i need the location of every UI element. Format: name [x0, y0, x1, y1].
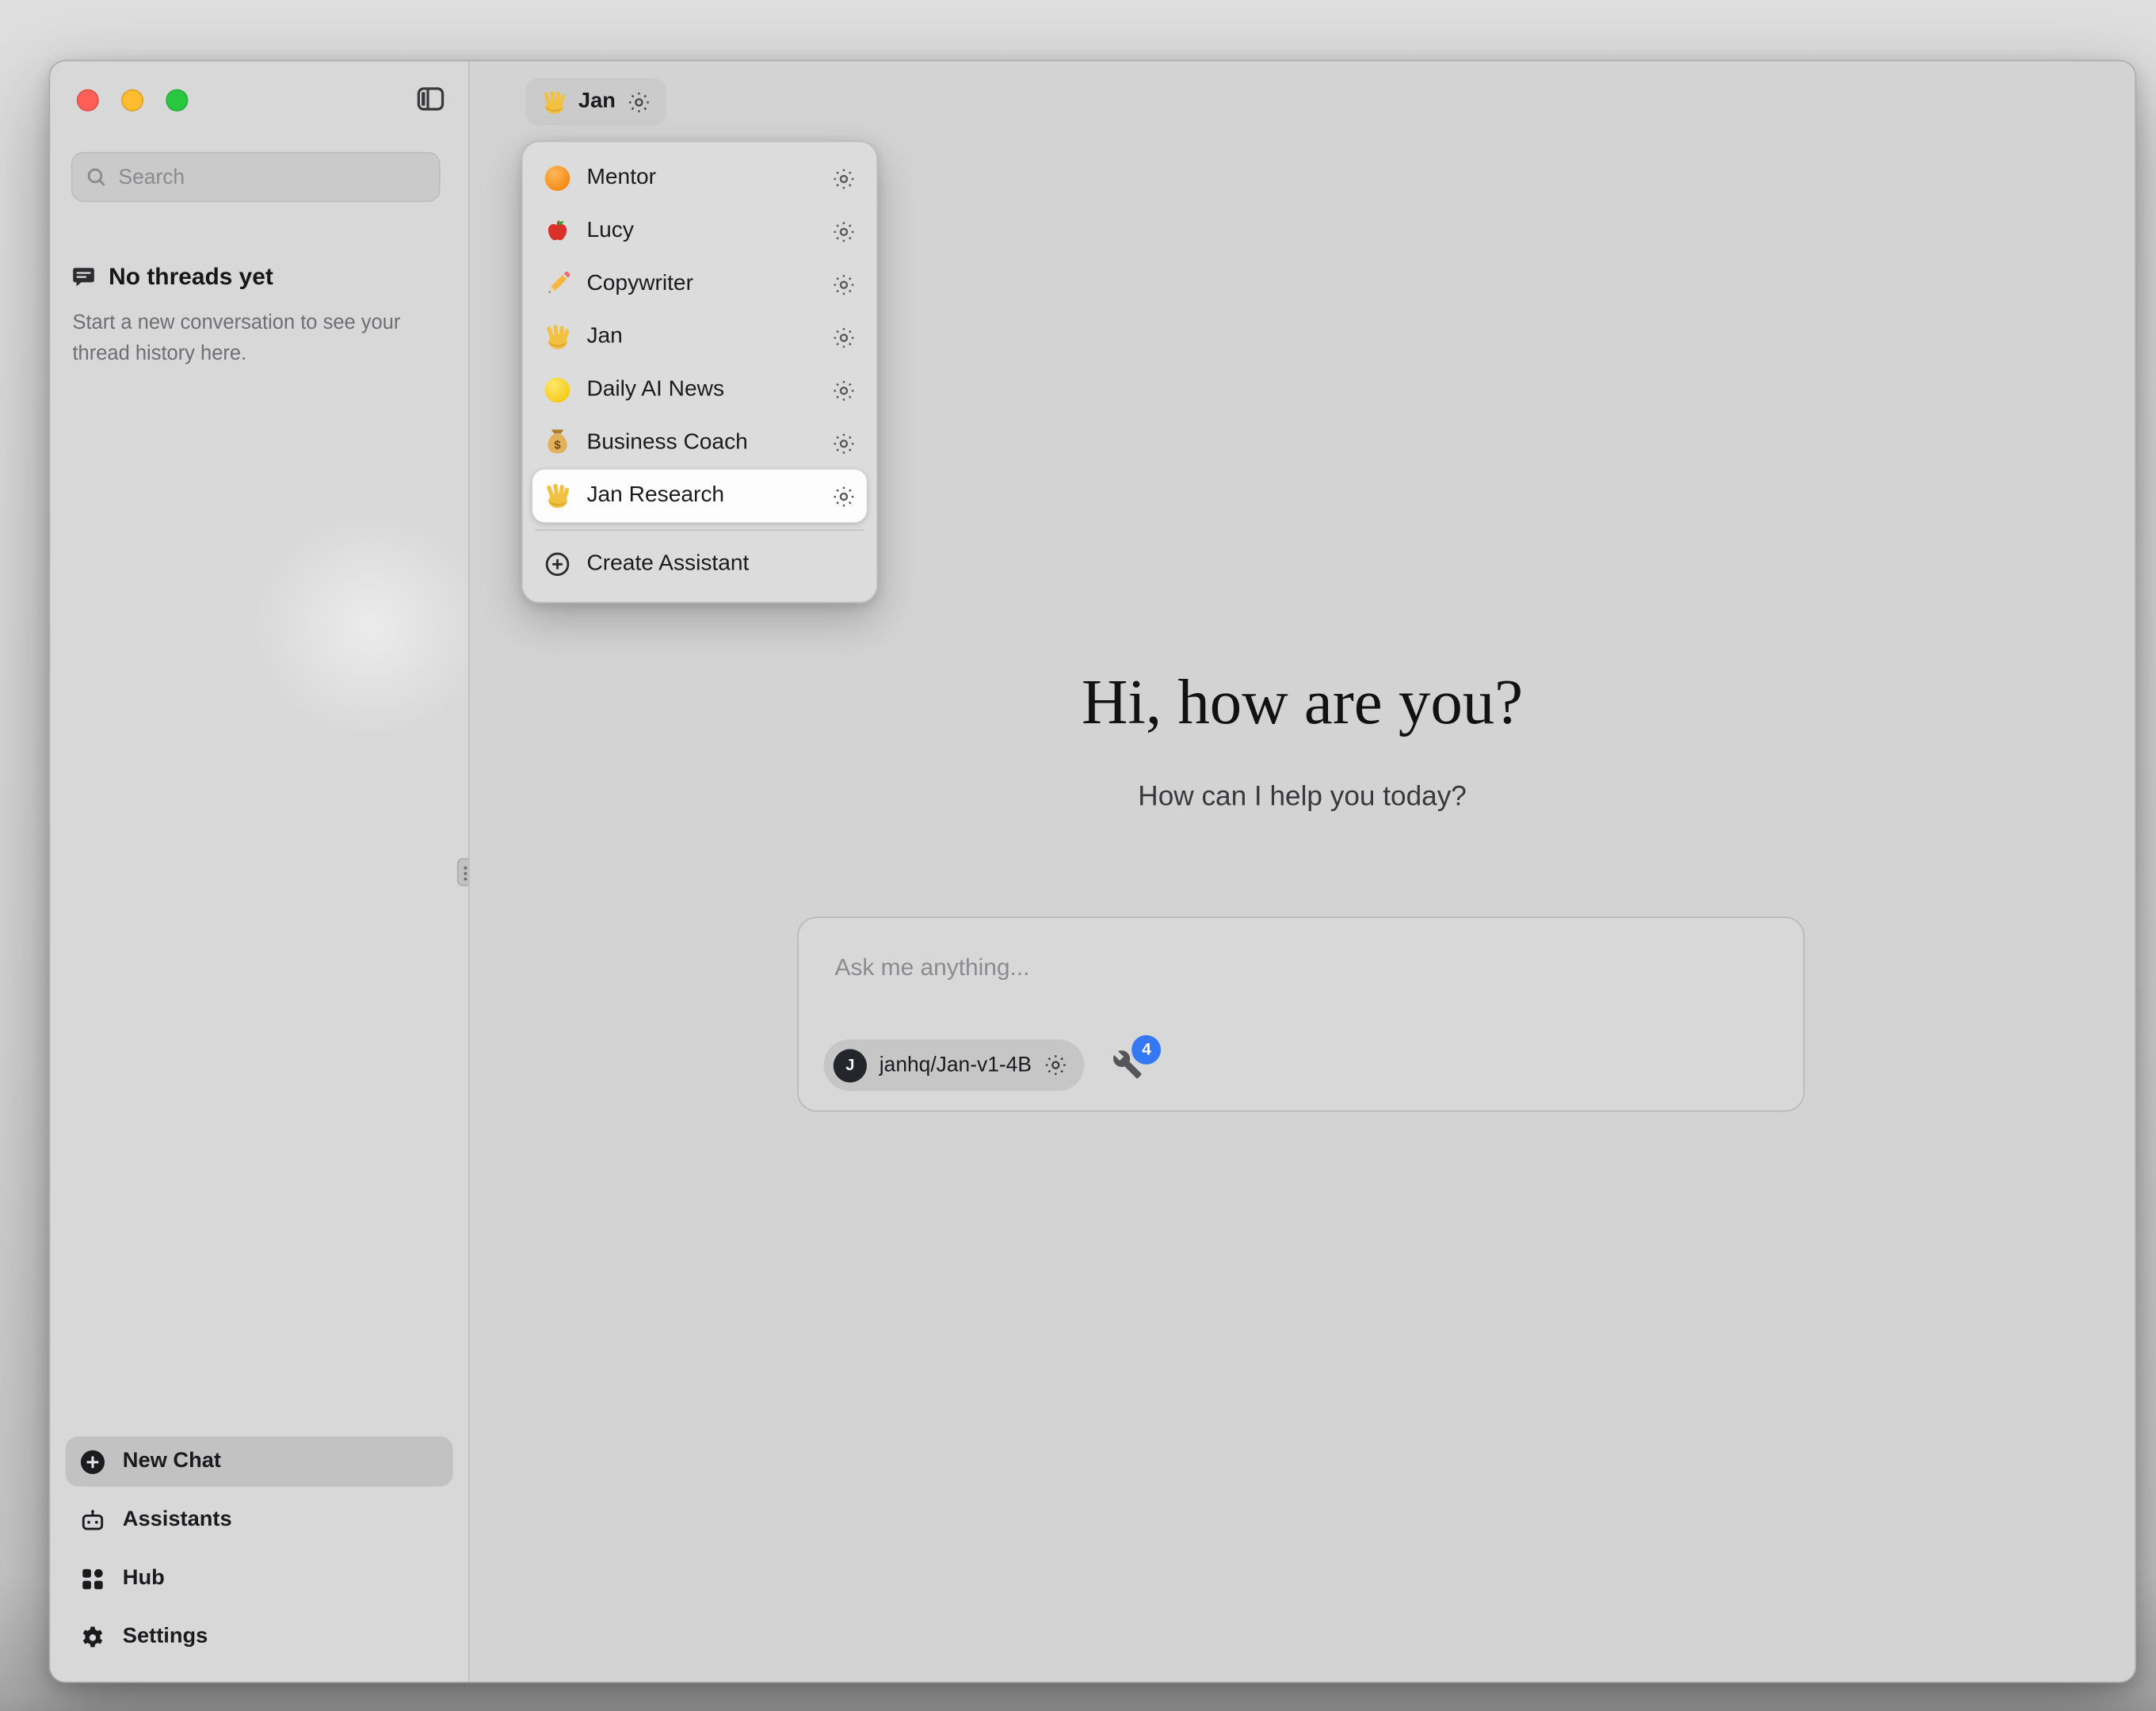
assistant-menu-item-label: Business Coach — [586, 430, 816, 455]
sidebar-item-settings[interactable]: Settings — [66, 1612, 453, 1662]
minimize-window-button[interactable] — [121, 90, 143, 112]
assistant-settings-gear-icon[interactable] — [832, 379, 856, 402]
menu-separator — [535, 529, 864, 531]
composer-toolbar: J janhq/Jan-v1-4B 4 — [823, 1039, 1146, 1091]
sidebar-item-label: New Chat — [123, 1449, 221, 1474]
chat-bubble-icon — [71, 265, 97, 290]
sidebar-item-label: Hub — [123, 1566, 165, 1591]
assistant-menu-item-label: Jan — [586, 325, 816, 350]
svg-text:$: $ — [554, 438, 561, 452]
yellow-circle-icon — [544, 376, 571, 404]
composer-placeholder: Ask me anything... — [835, 955, 1030, 982]
search-input[interactable]: Search — [71, 152, 441, 202]
empty-threads-title: No threads yet — [109, 263, 273, 291]
assistant-menu-item-daily-ai-news[interactable]: Daily AI News — [532, 364, 867, 417]
assistant-menu-item-jan[interactable]: Jan — [532, 311, 867, 364]
assistant-menu-item-jan-research[interactable]: Jan Research — [532, 470, 867, 523]
assistant-selector-label: Jan — [578, 90, 616, 115]
sidebar-decorative-blob — [204, 465, 470, 786]
app-window: Search No threads yet Start a new conver… — [49, 60, 2137, 1683]
plus-circle-icon — [544, 551, 571, 578]
assistant-settings-gear-icon[interactable] — [832, 431, 856, 455]
sidebar-item-assistants[interactable]: Assistants — [66, 1495, 453, 1545]
sidebar-item-label: Settings — [123, 1625, 208, 1650]
tools-count-badge: 4 — [1132, 1035, 1162, 1064]
desktop: Search No threads yet Start a new conver… — [0, 0, 2156, 1711]
main-area: Jan Mentor Lucy Copywriter Jan Daily AI News… — [470, 61, 2135, 1681]
settings-gear-icon — [79, 1624, 105, 1650]
sidebar-item-hub[interactable]: Hub — [66, 1553, 453, 1603]
assistant-settings-gear-icon[interactable] — [832, 326, 856, 349]
empty-threads-message: No threads yet Start a new conversation … — [71, 263, 437, 370]
sidebar: Search No threads yet Start a new conver… — [50, 61, 469, 1681]
assistant-menu-item-copywriter[interactable]: Copywriter — [532, 257, 867, 311]
assistant-dropdown-menu: Mentor Lucy Copywriter Jan Daily AI News $ Bus… — [521, 141, 878, 604]
assistant-menu-item-lucy[interactable]: Lucy — [532, 205, 867, 258]
sidebar-item-new-chat[interactable]: New Chat — [66, 1436, 453, 1486]
assistant-header-gear-icon[interactable] — [627, 90, 651, 113]
wave-hand-icon — [544, 323, 571, 351]
drag-dots-icon — [463, 864, 470, 879]
assistant-settings-gear-icon[interactable] — [832, 219, 856, 243]
greeting-title: Hi, how are you? — [470, 665, 2135, 738]
apple-icon — [544, 217, 571, 245]
model-selector-button[interactable]: J janhq/Jan-v1-4B — [823, 1039, 1084, 1091]
assistant-selector-button[interactable]: Jan — [525, 78, 666, 125]
assistant-settings-gear-icon[interactable] — [832, 484, 856, 508]
wave-hand-icon — [544, 482, 571, 510]
assistant-menu-item-label: Copywriter — [586, 272, 816, 297]
search-placeholder: Search — [118, 165, 185, 189]
money-bag-icon: $ — [544, 429, 571, 457]
sidebar-nav: New Chat Assistants Hub Settings — [66, 1436, 453, 1662]
assistant-settings-gear-icon[interactable] — [832, 272, 856, 296]
plus-circle-filled-icon — [79, 1448, 105, 1474]
assistants-icon — [79, 1507, 105, 1533]
assistant-menu-item-mentor[interactable]: Mentor — [532, 152, 867, 205]
sidebar-toggle-icon[interactable] — [415, 84, 446, 115]
chat-composer[interactable]: Ask me anything... J janhq/Jan-v1-4B 4 — [797, 916, 1805, 1111]
assistant-menu-item-label: Lucy — [586, 219, 816, 244]
tools-wrench-icon[interactable]: 4 — [1112, 1048, 1146, 1081]
assistant-menu-item-business-coach[interactable]: $ Business Coach — [532, 417, 867, 470]
wave-hand-icon — [540, 89, 567, 115]
search-icon — [85, 166, 107, 188]
assistant-menu-item-label: Jan Research — [586, 483, 816, 509]
create-assistant-label: Create Assistant — [586, 551, 855, 577]
model-settings-gear-icon[interactable] — [1044, 1054, 1068, 1077]
assistant-menu-list: Mentor Lucy Copywriter Jan Daily AI News $ Bus… — [532, 152, 867, 523]
assistant-settings-gear-icon[interactable] — [832, 166, 856, 190]
sidebar-resize-handle[interactable] — [457, 858, 470, 886]
window-controls — [77, 90, 189, 112]
hub-icon — [79, 1565, 105, 1591]
zoom-window-button[interactable] — [166, 90, 188, 112]
sidebar-item-label: Assistants — [123, 1507, 232, 1533]
close-window-button[interactable] — [77, 90, 99, 112]
create-assistant-button[interactable]: Create Assistant — [532, 538, 867, 591]
pencil-icon — [544, 270, 571, 298]
greeting-subtitle: How can I help you today? — [470, 782, 2135, 814]
model-name: janhq/Jan-v1-4B — [880, 1054, 1032, 1077]
assistant-menu-item-label: Mentor — [586, 166, 816, 191]
assistant-menu-item-label: Daily AI News — [586, 378, 816, 403]
model-avatar: J — [834, 1048, 867, 1081]
orange-circle-icon — [544, 165, 571, 192]
empty-threads-subtitle: Start a new conversation to see your thr… — [72, 308, 423, 371]
